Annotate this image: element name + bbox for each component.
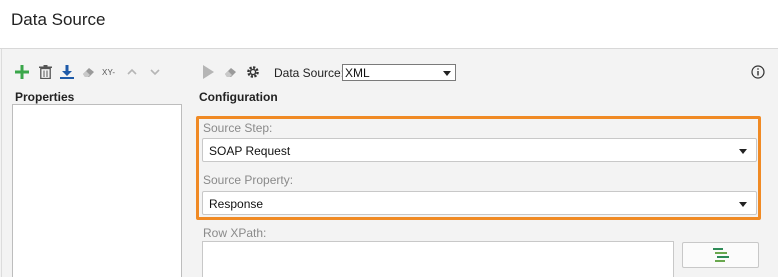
title-bar (0, 0, 778, 49)
move-down-icon[interactable] (147, 64, 163, 80)
delete-icon[interactable] (37, 64, 53, 80)
row-xpath-label: Row XPath: (203, 226, 267, 240)
xpath-builder-button[interactable] (682, 242, 759, 268)
chevron-down-icon (739, 202, 747, 207)
datasource-select-value: XML (345, 66, 370, 80)
properties-heading: Properties (15, 90, 75, 104)
source-step-label: Source Step: (203, 121, 273, 135)
add-icon[interactable] (14, 64, 30, 80)
move-up-icon[interactable] (124, 64, 140, 80)
eraser-icon[interactable] (81, 64, 97, 80)
xpath-builder-icon (712, 248, 729, 262)
row-xpath-input[interactable] (202, 241, 674, 277)
chevron-down-icon (443, 71, 451, 76)
download-icon[interactable] (59, 64, 75, 80)
chevron-down-icon (739, 149, 747, 154)
configuration-heading: Configuration (199, 90, 278, 104)
source-step-dropdown[interactable]: SOAP Request (202, 138, 757, 162)
left-edge-divider (1, 49, 2, 277)
xy-icon[interactable]: XY- (102, 68, 115, 77)
source-step-value: SOAP Request (209, 144, 291, 158)
eraser-icon[interactable] (223, 64, 239, 80)
page-title: Data Source (11, 10, 106, 29)
properties-list[interactable] (12, 104, 182, 277)
source-property-label: Source Property: (203, 173, 294, 187)
source-property-value: Response (209, 197, 264, 211)
info-icon[interactable] (750, 64, 766, 80)
settings-icon[interactable] (245, 64, 261, 80)
datasource-select[interactable]: XML (342, 64, 456, 81)
datasource-label: Data Source: (274, 66, 345, 80)
run-icon[interactable] (200, 64, 216, 80)
source-property-dropdown[interactable]: Response (202, 191, 757, 215)
